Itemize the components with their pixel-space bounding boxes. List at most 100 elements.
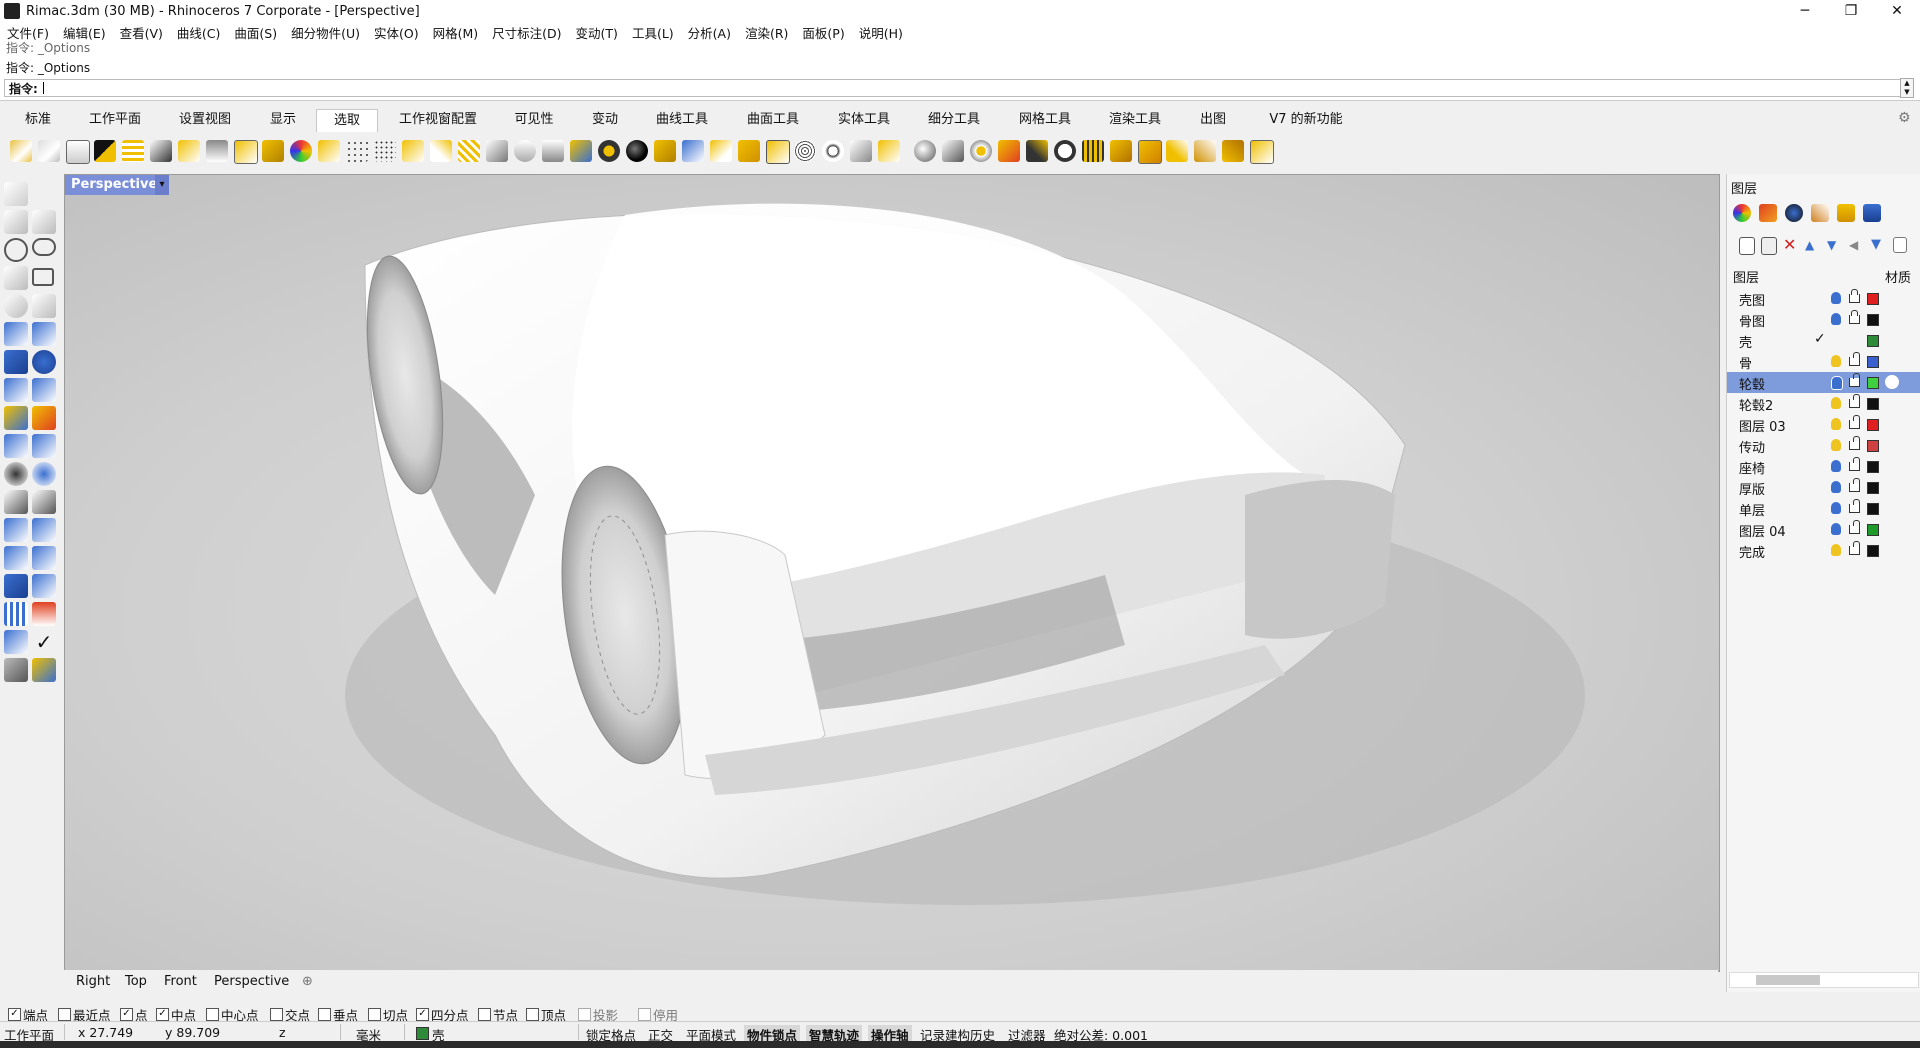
- select-circles-icon[interactable]: [822, 140, 844, 162]
- unlock-icon[interactable]: [1849, 457, 1860, 471]
- scale-icon[interactable]: [32, 518, 56, 542]
- menu-curve[interactable]: 曲线(C): [170, 23, 227, 42]
- sphere-icon[interactable]: [32, 350, 56, 374]
- scrollbar-thumb[interactable]: [1756, 975, 1820, 985]
- select-gear-icon[interactable]: [970, 140, 992, 162]
- add-viewport-icon[interactable]: ⊕: [302, 974, 313, 989]
- unlock-icon[interactable]: [1849, 520, 1860, 534]
- unlock-icon[interactable]: [1849, 499, 1860, 513]
- layer-row[interactable]: 座椅: [1727, 456, 1920, 477]
- select-filter-icon[interactable]: [66, 140, 90, 164]
- menu-panels[interactable]: 面板(P): [795, 23, 851, 42]
- menu-view[interactable]: 查看(V): [113, 23, 170, 42]
- bulb-icon[interactable]: [1831, 481, 1841, 493]
- select-points-icon[interactable]: [10, 140, 32, 162]
- split-icon[interactable]: [32, 434, 56, 458]
- tools-icon[interactable]: [1893, 237, 1907, 253]
- layer-color-swatch[interactable]: [1867, 503, 1879, 515]
- layer-color-swatch[interactable]: [1867, 377, 1879, 389]
- select-cube-icon[interactable]: [942, 140, 964, 162]
- surface-from-points-icon[interactable]: [4, 322, 28, 346]
- tab-standard[interactable]: 标准: [12, 109, 64, 131]
- command-input[interactable]: 指令:: [4, 79, 1904, 97]
- bulb-icon[interactable]: [1831, 292, 1841, 304]
- select-render-objects-icon[interactable]: [914, 140, 936, 162]
- layer-color-swatch[interactable]: [1867, 419, 1879, 431]
- select-joined-icon[interactable]: [598, 140, 620, 162]
- layer-color-swatch[interactable]: [1867, 335, 1879, 347]
- tab-surface-tools[interactable]: 曲面工具: [738, 109, 808, 131]
- select-open-polysurfaces-icon[interactable]: [654, 140, 676, 162]
- checkbox-icon[interactable]: [478, 1008, 491, 1021]
- ellipse-icon[interactable]: [32, 238, 56, 256]
- select-dimensions-icon[interactable]: [486, 140, 508, 162]
- join-icon[interactable]: [4, 462, 28, 486]
- bulb-icon[interactable]: [1831, 460, 1841, 472]
- layer-row[interactable]: 骨: [1727, 351, 1920, 372]
- new-layer-icon[interactable]: [1739, 237, 1755, 255]
- layer-row[interactable]: 壳图: [1727, 288, 1920, 309]
- checkbox-icon[interactable]: ✓: [8, 1008, 21, 1021]
- mesh-plane-icon[interactable]: [32, 378, 56, 402]
- unlock-icon[interactable]: [1849, 394, 1860, 408]
- select-planar-curves-icon[interactable]: [710, 140, 732, 162]
- curve-icon[interactable]: [32, 210, 56, 234]
- filter-icon[interactable]: ▼: [1871, 236, 1889, 254]
- layer-color-swatch[interactable]: [1867, 356, 1879, 368]
- bulb-icon[interactable]: [1831, 439, 1841, 451]
- group-icon[interactable]: [32, 462, 56, 486]
- bulb-icon[interactable]: [1831, 313, 1841, 325]
- properties-icon[interactable]: [1733, 204, 1751, 222]
- select-grid-icon[interactable]: [1082, 140, 1104, 162]
- select-hatches-icon[interactable]: [458, 140, 480, 162]
- layer-color-swatch[interactable]: [1867, 398, 1879, 410]
- perspective-viewport[interactable]: Perspective ▾: [64, 174, 1720, 972]
- layer-row[interactable]: 单层: [1727, 498, 1920, 519]
- rotate-icon[interactable]: [4, 490, 28, 514]
- viewport-tab-top[interactable]: Top: [125, 974, 147, 989]
- unlock-icon[interactable]: [1849, 352, 1860, 366]
- close-button[interactable]: ✕: [1874, 0, 1920, 22]
- folder-icon[interactable]: [1837, 204, 1855, 222]
- analyze-icon[interactable]: [4, 630, 28, 654]
- select-polysurfaces-icon[interactable]: [262, 140, 284, 162]
- fillet-curves-icon[interactable]: [32, 294, 56, 318]
- trim-icon[interactable]: [4, 434, 28, 458]
- checkbox-icon[interactable]: ✓: [416, 1008, 429, 1021]
- bulb-icon[interactable]: [1831, 397, 1841, 409]
- layer-color-swatch[interactable]: [1867, 482, 1879, 494]
- box-icon[interactable]: [4, 350, 28, 374]
- tab-render-tools[interactable]: 渲染工具: [1100, 109, 1170, 131]
- viewport-title[interactable]: Perspective: [65, 175, 164, 195]
- select-planar-surfaces-icon[interactable]: [738, 140, 760, 162]
- select-brush-icon[interactable]: [1026, 140, 1048, 162]
- checkbox-icon[interactable]: [638, 1008, 651, 1021]
- viewport-menu-dropdown[interactable]: ▾: [155, 175, 169, 195]
- menu-render[interactable]: 渲染(R): [738, 23, 795, 42]
- move-layer-up-icon[interactable]: ▲: [1805, 236, 1823, 254]
- bulb-icon[interactable]: [1831, 523, 1841, 535]
- project-icon[interactable]: [32, 574, 56, 598]
- menu-surface[interactable]: 曲面(S): [227, 23, 284, 42]
- checkbox-icon[interactable]: [578, 1008, 591, 1021]
- tab-display[interactable]: 显示: [262, 109, 304, 131]
- command-scroll-arrows[interactable]: ▲ ▼: [1900, 78, 1914, 98]
- tab-transform[interactable]: 变动: [584, 109, 626, 131]
- menu-help[interactable]: 说明(H): [852, 23, 910, 42]
- layer-row[interactable]: 骨图: [1727, 309, 1920, 330]
- select-dots-icon[interactable]: [374, 140, 396, 162]
- dimensions-tools-icon[interactable]: [32, 658, 56, 682]
- layers-horizontal-scrollbar[interactable]: [1729, 972, 1919, 988]
- lock-icon[interactable]: [1849, 310, 1860, 324]
- select-layers-icon[interactable]: [1138, 140, 1162, 164]
- checkbox-icon[interactable]: [58, 1008, 71, 1021]
- select-lines-icon[interactable]: [122, 140, 144, 162]
- menu-mesh[interactable]: 网格(M): [426, 23, 486, 42]
- explode-icon[interactable]: [32, 406, 56, 430]
- cylinder-icon[interactable]: [4, 378, 28, 402]
- tab-select[interactable]: 选取: [316, 109, 378, 132]
- bulb-icon[interactable]: [1831, 418, 1841, 430]
- viewport-tab-right[interactable]: Right: [76, 974, 110, 989]
- environment-icon[interactable]: [1811, 204, 1829, 222]
- select-closed-polysurfaces-icon[interactable]: [682, 140, 704, 162]
